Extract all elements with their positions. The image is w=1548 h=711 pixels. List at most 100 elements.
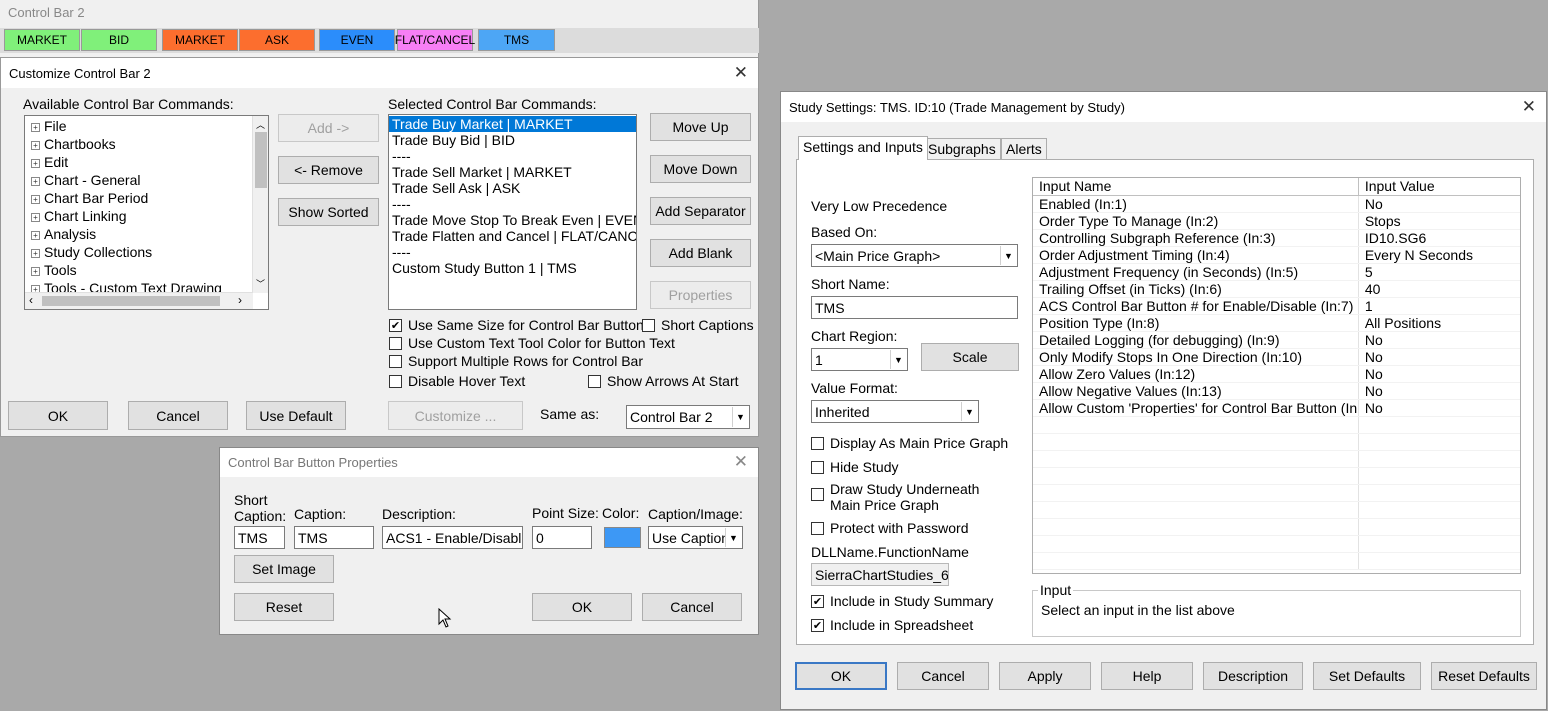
tree-item[interactable]: + Chart - General: [25, 171, 268, 189]
same-as-select[interactable]: Control Bar 2 ▼: [626, 405, 750, 429]
chevron-down-icon[interactable]: ▼: [890, 350, 906, 369]
table-row[interactable]: Allow Negative Values (In:13) No: [1033, 382, 1520, 400]
customize-ok-button[interactable]: OK: [8, 401, 108, 430]
tree-item[interactable]: + Analysis: [25, 225, 268, 243]
study-ok-button[interactable]: OK: [795, 662, 887, 690]
hide-study-checkbox[interactable]: Hide Study: [811, 459, 898, 475]
list-item[interactable]: ----: [389, 148, 636, 164]
study-cancel-button[interactable]: Cancel: [897, 662, 989, 690]
list-item[interactable]: Trade Buy Market | MARKET: [389, 116, 636, 132]
input-value-header[interactable]: Input Value: [1358, 178, 1520, 196]
multiple-rows-checkbox[interactable]: Support Multiple Rows for Control Bar: [389, 353, 643, 369]
tree-horizontal-scrollbar[interactable]: ‹ ›: [25, 292, 253, 309]
list-item[interactable]: ----: [389, 244, 636, 260]
tree-item[interactable]: + File: [25, 117, 268, 135]
control-bar-button-1[interactable]: MARKET: [4, 29, 80, 51]
tab-subgraphs[interactable]: Subgraphs: [923, 138, 1001, 160]
chevron-down-icon[interactable]: ▼: [725, 528, 741, 547]
table-row[interactable]: Allow Custom 'Properties' for Control Ba…: [1033, 399, 1520, 417]
spreadsheet-checkbox[interactable]: ✔ Include in Spreadsheet: [811, 617, 973, 633]
table-row[interactable]: Enabled (In:1) No: [1033, 195, 1520, 213]
set-defaults-button[interactable]: Set Defaults: [1313, 662, 1421, 690]
list-item[interactable]: Custom Study Button 1 | TMS: [389, 260, 636, 276]
tree-item[interactable]: + Tools: [25, 261, 268, 279]
table-row[interactable]: Adjustment Frequency (in Seconds) (In:5)…: [1033, 263, 1520, 281]
show-arrows-checkbox[interactable]: Show Arrows At Start: [588, 373, 739, 389]
list-item[interactable]: ----: [389, 196, 636, 212]
custom-text-color-checkbox[interactable]: Use Custom Text Tool Color for Button Te…: [389, 335, 675, 351]
description-button[interactable]: Description: [1203, 662, 1303, 690]
expand-plus-icon[interactable]: +: [31, 158, 40, 168]
table-row[interactable]: [1033, 416, 1520, 434]
table-row[interactable]: Position Type (In:8) All Positions: [1033, 314, 1520, 332]
tree-item[interactable]: + Edit: [25, 153, 268, 171]
short-name-input[interactable]: TMS: [811, 296, 1018, 319]
expand-plus-icon[interactable]: +: [31, 176, 40, 186]
point-size-input[interactable]: 0: [532, 526, 592, 549]
button-properties-cancel-button[interactable]: Cancel: [642, 593, 742, 621]
control-bar-button-5[interactable]: EVEN: [319, 29, 395, 51]
list-item[interactable]: Trade Sell Ask | ASK: [389, 180, 636, 196]
tree-item[interactable]: + Study Collections: [25, 243, 268, 261]
description-input[interactable]: ACS1 - Enable/Disable: [382, 526, 523, 549]
color-swatch[interactable]: [604, 527, 641, 548]
table-row[interactable]: Order Adjustment Timing (In:4) Every N Se…: [1033, 246, 1520, 264]
table-row[interactable]: [1033, 484, 1520, 502]
add-separator-button[interactable]: Add Separator: [650, 197, 751, 225]
inputs-grid[interactable]: Input Name Input Value Enabled (In:1) No O…: [1032, 177, 1521, 574]
properties-button[interactable]: Properties: [650, 281, 751, 309]
disable-hover-checkbox[interactable]: Disable Hover Text: [389, 373, 525, 389]
table-row[interactable]: Trailing Offset (in Ticks) (In:6) 40: [1033, 280, 1520, 298]
table-row[interactable]: Only Modify Stops In One Direction (In:1…: [1033, 348, 1520, 366]
scroll-right-icon[interactable]: ›: [238, 293, 242, 307]
scroll-thumb[interactable]: [255, 132, 267, 188]
table-row[interactable]: Order Type To Manage (In:2) Stops: [1033, 212, 1520, 230]
input-name-header[interactable]: Input Name: [1033, 178, 1359, 196]
value-format-select[interactable]: Inherited ▼: [811, 400, 979, 423]
move-up-button[interactable]: Move Up: [650, 113, 751, 141]
tree-item[interactable]: + Chartbooks: [25, 135, 268, 153]
close-icon[interactable]: ✕: [1522, 97, 1536, 117]
caption-image-select[interactable]: Use Caption ▼: [648, 526, 743, 549]
chart-region-select[interactable]: 1 ▼: [811, 348, 908, 371]
list-item[interactable]: Trade Sell Market | MARKET: [389, 164, 636, 180]
show-sorted-button[interactable]: Show Sorted: [278, 198, 379, 226]
table-row[interactable]: Allow Zero Values (In:12) No: [1033, 365, 1520, 383]
close-icon[interactable]: ✕: [734, 452, 748, 472]
tree-item[interactable]: + Chart Linking: [25, 207, 268, 225]
use-default-button[interactable]: Use Default: [246, 401, 346, 430]
expand-plus-icon[interactable]: +: [31, 194, 40, 204]
button-properties-ok-button[interactable]: OK: [532, 593, 632, 621]
protect-password-checkbox[interactable]: Protect with Password: [811, 520, 969, 536]
chevron-down-icon[interactable]: ▼: [732, 407, 748, 427]
caption-input[interactable]: TMS: [294, 526, 374, 549]
table-row[interactable]: ACS Control Bar Button # for Enable/Disa…: [1033, 297, 1520, 315]
list-item[interactable]: Trade Flatten and Cancel | FLAT/CANCEL: [389, 228, 636, 244]
table-row[interactable]: [1033, 552, 1520, 570]
expand-plus-icon[interactable]: +: [31, 122, 40, 132]
list-item[interactable]: Trade Move Stop To Break Even | EVEN: [389, 212, 636, 228]
table-row[interactable]: Detailed Logging (for debugging) (In:9) N…: [1033, 331, 1520, 349]
scroll-hthumb[interactable]: [42, 296, 220, 306]
scroll-left-icon[interactable]: ‹: [29, 293, 33, 307]
tab-settings-and-inputs[interactable]: Settings and Inputs: [798, 136, 928, 160]
table-row[interactable]: [1033, 433, 1520, 451]
short-caption-input[interactable]: TMS: [234, 526, 285, 549]
add-blank-button[interactable]: Add Blank: [650, 239, 751, 267]
tree-vertical-scrollbar[interactable]: ︿ ﹀: [252, 116, 268, 293]
scroll-down-icon[interactable]: ﹀: [256, 277, 265, 290]
available-commands-tree[interactable]: + File + Chartbooks + Edit + Chart - General + Ch…: [24, 115, 269, 310]
control-bar-button-2[interactable]: BID: [81, 29, 157, 51]
expand-plus-icon[interactable]: +: [31, 212, 40, 222]
control-bar-button-4[interactable]: ASK: [239, 29, 315, 51]
study-summary-checkbox[interactable]: ✔ Include in Study Summary: [811, 593, 993, 609]
control-bar-button-3[interactable]: MARKET: [162, 29, 238, 51]
scale-button[interactable]: Scale: [921, 343, 1019, 371]
display-main-checkbox[interactable]: Display As Main Price Graph: [811, 435, 1008, 451]
scroll-up-icon[interactable]: ︿: [256, 118, 265, 131]
set-image-button[interactable]: Set Image: [234, 555, 334, 583]
move-down-button[interactable]: Move Down: [650, 155, 751, 183]
customize-cancel-button[interactable]: Cancel: [128, 401, 228, 430]
same-size-checkbox[interactable]: ✔ Use Same Size for Control Bar Buttons: [389, 317, 651, 333]
expand-plus-icon[interactable]: +: [31, 230, 40, 240]
